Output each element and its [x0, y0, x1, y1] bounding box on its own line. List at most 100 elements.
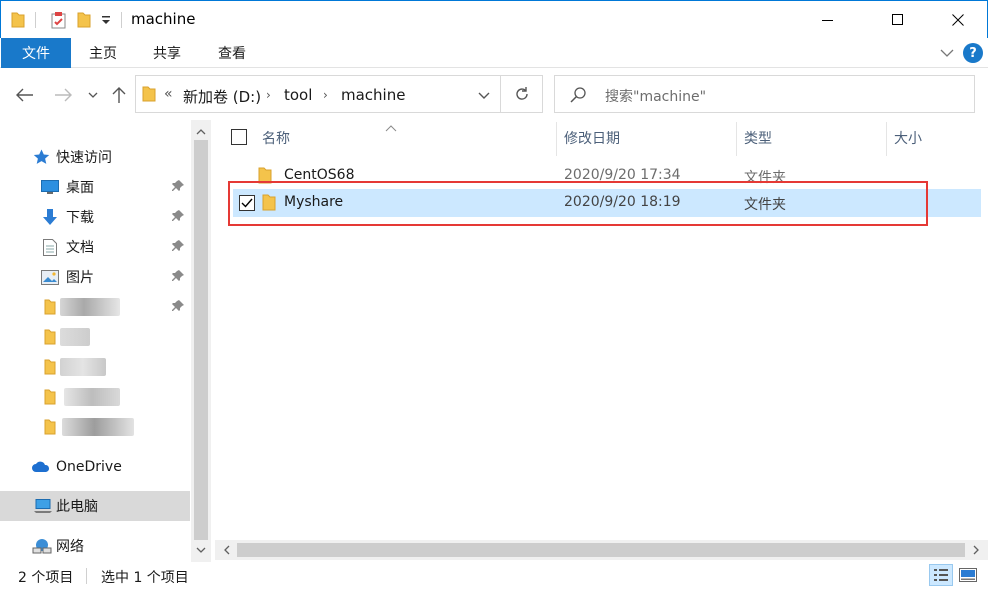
nav-desktop[interactable]: 桌面: [0, 172, 190, 202]
status-selected-count: 选中 1 个项目: [101, 570, 189, 586]
title-bar: machine: [0, 0, 988, 38]
nav-pictures-label: 图片: [66, 270, 94, 286]
help-icon[interactable]: ?: [963, 43, 983, 63]
nav-network[interactable]: 网络: [0, 531, 190, 561]
redacted-label: [60, 328, 90, 346]
cloud-icon: [31, 458, 51, 476]
breadcrumb-tool[interactable]: tool: [284, 86, 312, 104]
search-icon: [569, 86, 587, 108]
nav-this-pc-label: 此电脑: [56, 499, 98, 515]
scrollbar-thumb[interactable]: [237, 543, 965, 557]
pin-icon[interactable]: [172, 180, 186, 194]
minimize-button[interactable]: [805, 1, 851, 39]
back-button[interactable]: [14, 84, 36, 106]
refresh-button[interactable]: [501, 75, 543, 113]
tab-file[interactable]: 文件: [1, 38, 71, 68]
nav-downloads[interactable]: 下载: [0, 202, 190, 232]
close-button[interactable]: [935, 1, 981, 39]
nav-redacted-folder[interactable]: [0, 292, 190, 322]
chevron-down-icon[interactable]: [938, 44, 956, 62]
folder-icon: [262, 194, 276, 215]
breadcrumb-separator[interactable]: ›: [266, 88, 271, 102]
address-row: « 新加卷 (D:) › tool › machine 搜索"machine": [0, 68, 988, 120]
desktop-icon: [41, 178, 59, 196]
sort-ascending-icon: [385, 120, 399, 132]
select-all-checkbox[interactable]: [231, 129, 247, 145]
network-icon: [32, 537, 52, 555]
column-divider[interactable]: [736, 122, 737, 156]
recent-locations-button[interactable]: [84, 84, 102, 106]
customize-toolbar-icon[interactable]: [99, 10, 113, 30]
address-dropdown-icon[interactable]: [476, 88, 492, 102]
column-header-modified[interactable]: 修改日期: [564, 120, 620, 156]
search-input[interactable]: 搜索"machine": [605, 86, 706, 106]
breadcrumb-machine[interactable]: machine: [341, 86, 405, 104]
file-modified: 2020/9/20 18:19: [564, 194, 681, 210]
table-row[interactable]: Myshare 2020/9/20 18:19 文件夹: [233, 189, 981, 217]
column-header-type[interactable]: 类型: [744, 120, 772, 156]
redacted-label: [64, 388, 120, 406]
row-checkbox[interactable]: [239, 195, 255, 211]
breadcrumb-drive[interactable]: 新加卷 (D:): [183, 86, 261, 107]
folder-icon: [258, 167, 272, 188]
nav-redacted-folder[interactable]: [0, 412, 190, 442]
file-name: CentOS68: [284, 167, 355, 183]
scroll-right-arrow[interactable]: [970, 544, 982, 556]
nav-onedrive[interactable]: OneDrive: [0, 452, 190, 482]
column-header-size[interactable]: 大小: [894, 120, 922, 156]
details-view-icon[interactable]: [929, 564, 953, 586]
nav-redacted-folder[interactable]: [0, 382, 190, 412]
scroll-up-arrow[interactable]: [195, 126, 207, 138]
up-button[interactable]: [108, 84, 130, 106]
column-divider[interactable]: [556, 122, 557, 156]
horizontal-scrollbar[interactable]: [215, 540, 988, 560]
nav-documents[interactable]: 文档: [0, 232, 190, 262]
breadcrumb-overflow[interactable]: «: [164, 86, 173, 102]
folder-icon: [41, 388, 59, 406]
nav-this-pc[interactable]: 此电脑: [0, 491, 190, 521]
ribbon: 文件 主页 共享 查看 ?: [0, 38, 988, 68]
quick-access-separator: [35, 12, 36, 28]
pin-icon[interactable]: [172, 270, 186, 284]
nav-scrollbar[interactable]: [191, 120, 211, 562]
scroll-down-arrow[interactable]: [195, 544, 207, 556]
pin-icon[interactable]: [172, 300, 186, 314]
status-separator: [86, 568, 87, 584]
nav-pictures[interactable]: 图片: [0, 262, 190, 292]
address-bar[interactable]: « 新加卷 (D:) › tool › machine: [135, 75, 501, 113]
properties-icon[interactable]: [49, 10, 69, 30]
file-name: Myshare: [284, 194, 344, 210]
nav-redacted-folder[interactable]: [0, 322, 190, 352]
scroll-left-arrow[interactable]: [221, 544, 233, 556]
tab-home[interactable]: 主页: [89, 38, 117, 68]
large-icons-view-icon[interactable]: [956, 564, 980, 586]
pictures-icon: [41, 268, 59, 286]
column-divider[interactable]: [886, 122, 887, 156]
breadcrumb-separator[interactable]: ›: [323, 88, 328, 102]
nav-network-label: 网络: [56, 539, 84, 555]
column-header-name[interactable]: 名称: [262, 120, 290, 156]
nav-redacted-folder[interactable]: [0, 352, 190, 382]
redacted-label: [62, 418, 134, 436]
status-item-count: 2 个项目: [18, 570, 74, 586]
forward-button[interactable]: [52, 84, 74, 106]
tab-view[interactable]: 查看: [218, 38, 246, 68]
folder-icon: [41, 418, 59, 436]
scrollbar-thumb[interactable]: [194, 140, 208, 540]
folder-app-icon[interactable]: [9, 10, 27, 30]
tab-share[interactable]: 共享: [153, 38, 181, 68]
file-list: 名称 修改日期 类型 大小 CentOS68 2020/9/20 17:34 文…: [215, 120, 988, 562]
maximize-button[interactable]: [875, 1, 921, 39]
pin-icon[interactable]: [172, 240, 186, 254]
folder-icon: [41, 298, 59, 316]
table-row[interactable]: CentOS68 2020/9/20 17:34 文件夹: [233, 162, 981, 190]
new-folder-icon[interactable]: [75, 10, 93, 30]
nav-quick-access[interactable]: 快速访问: [0, 142, 190, 172]
download-icon: [41, 208, 59, 226]
folder-icon: [41, 328, 59, 346]
status-bar: 2 个项目 选中 1 个项目: [0, 562, 988, 590]
folder-icon: [41, 358, 59, 376]
pin-icon[interactable]: [172, 210, 186, 224]
search-box[interactable]: 搜索"machine": [554, 75, 975, 113]
nav-onedrive-label: OneDrive: [56, 459, 122, 475]
